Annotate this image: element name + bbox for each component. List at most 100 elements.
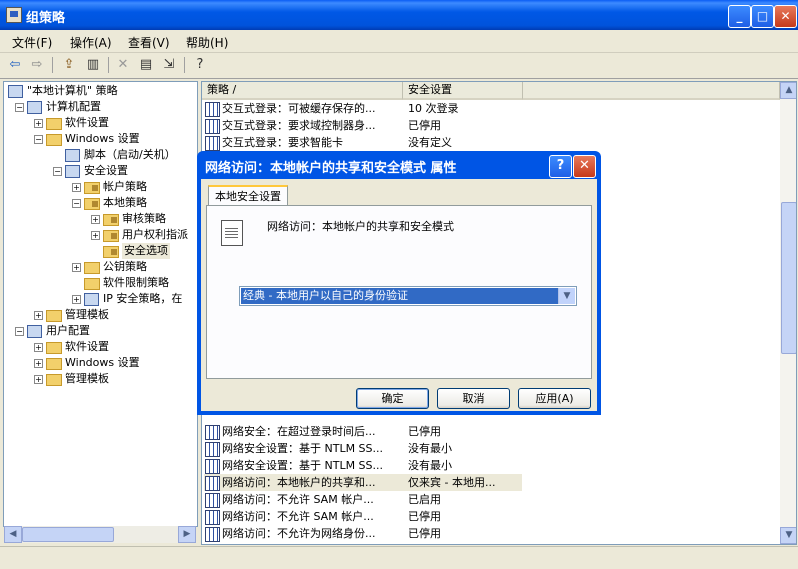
scroll-down-icon[interactable]: ▼ — [780, 527, 796, 544]
expand-icon[interactable]: + — [72, 295, 81, 304]
user-icon — [27, 325, 42, 338]
tree-node[interactable]: − 用户配置 — [4, 323, 197, 339]
chevron-down-icon[interactable]: ▼ — [558, 288, 575, 304]
tree-node[interactable]: + IP 安全策略，在 — [4, 291, 197, 307]
menu-bar: 文件(F) 操作(A) 查看(V) 帮助(H) — [0, 30, 798, 53]
tree-node[interactable]: 软件限制策略 — [4, 275, 197, 291]
expand-icon[interactable]: + — [34, 359, 43, 368]
scroll-thumb[interactable] — [22, 527, 114, 542]
menu-view[interactable]: 查看(V) — [128, 34, 170, 51]
collapse-icon[interactable]: − — [15, 103, 24, 112]
expand-icon[interactable]: + — [91, 215, 100, 224]
tree-node[interactable]: + 审核策略 — [4, 211, 197, 227]
tree-node[interactable]: − 计算机配置 — [4, 99, 197, 115]
menu-file[interactable]: 文件(F) — [12, 34, 52, 51]
tree-node[interactable]: + 软件设置 — [4, 339, 197, 355]
list-vertical-scrollbar[interactable]: ▲ ▼ — [780, 82, 796, 544]
folder-icon — [46, 310, 62, 322]
security-setting-value: 已停用 — [408, 527, 441, 540]
collapse-icon[interactable]: − — [53, 167, 62, 176]
tree-node[interactable]: − 本地策略 — [4, 195, 197, 211]
tree-horizontal-scrollbar[interactable]: ◀ ▶ — [4, 526, 196, 543]
computer-icon — [27, 101, 42, 114]
folder-lock-icon — [84, 182, 100, 194]
policy-icon — [205, 102, 220, 117]
tree-node[interactable]: − 安全设置 — [4, 163, 197, 179]
dialog-close-icon[interactable]: ✕ — [573, 155, 596, 178]
properties-dialog: 网络访问：本地帐户的共享和安全模式 属性 ? ✕ 本地安全设置 网络访问：本地帐… — [197, 151, 601, 415]
list-item[interactable]: 网络访问：不允许 SAM 帐户... 已停用 — [204, 508, 522, 525]
cancel-button[interactable]: 取消 — [437, 388, 510, 409]
security-setting-value: 已停用 — [408, 119, 441, 132]
security-setting-value: 仅来宾 - 本地用... — [408, 476, 496, 489]
tree-node[interactable]: − Windows 设置 — [4, 131, 197, 147]
tree-node[interactable]: + Windows 设置 — [4, 355, 197, 371]
dialog-help-icon[interactable]: ? — [549, 155, 572, 178]
collapse-icon[interactable]: − — [34, 135, 43, 144]
expand-icon[interactable]: + — [72, 263, 81, 272]
scroll-thumb[interactable] — [781, 202, 796, 354]
back-icon[interactable]: ⇦ — [6, 56, 24, 74]
tree-node[interactable]: + 公钥策略 — [4, 259, 197, 275]
folder-icon — [46, 118, 62, 130]
list-item[interactable]: 交互式登录：可被缓存保存的... 10 次登录 — [204, 100, 522, 117]
export-list-icon[interactable]: ⇲ — [160, 56, 178, 74]
list-item[interactable]: 网络访问：不允许为网络身份... 已停用 — [204, 525, 522, 542]
tree-node[interactable]: + 软件设置 — [4, 115, 197, 131]
maximize-button[interactable]: □ — [751, 5, 774, 28]
computer-policy-icon — [8, 85, 23, 98]
up-folder-icon[interactable]: ⇪ — [60, 56, 78, 74]
close-button[interactable]: ✕ — [774, 5, 797, 28]
apply-button[interactable]: 应用(A) — [518, 388, 591, 409]
tree-node[interactable]: 安全选项 — [4, 243, 197, 259]
tree-node[interactable]: + 帐户策略 — [4, 179, 197, 195]
minimize-button[interactable]: _ — [728, 5, 751, 28]
menu-action[interactable]: 操作(A) — [70, 34, 112, 51]
tree-node[interactable]: + 用户权利指派 — [4, 227, 197, 243]
policy-name: 网络访问：本地帐户的共享和... — [222, 476, 376, 489]
expand-icon[interactable]: + — [34, 119, 43, 128]
scroll-up-icon[interactable]: ▲ — [780, 82, 796, 99]
delete-icon[interactable]: ✕ — [114, 56, 132, 74]
tree-node[interactable]: 脚本（启动/关机） — [4, 147, 197, 163]
list-item[interactable]: 网络访问：本地帐户的共享和... 仅来宾 - 本地用... — [204, 474, 522, 491]
tree-node-label: 安全选项 — [122, 243, 170, 259]
security-setting-value: 已停用 — [408, 510, 441, 523]
ok-button[interactable]: 确定 — [356, 388, 429, 409]
list-item[interactable]: 交互式登录：要求智能卡 没有定义 — [204, 134, 522, 151]
scroll-left-icon[interactable]: ◀ — [4, 526, 22, 543]
column-header-setting[interactable]: 安全设置 — [403, 82, 523, 100]
list-item[interactable]: 网络安全设置：基于 NTLM SS... 没有最小 — [204, 457, 522, 474]
show-hide-tree-icon[interactable]: ▥ — [84, 56, 102, 74]
menu-help[interactable]: 帮助(H) — [186, 34, 228, 51]
tree-node-label: "本地计算机" 策略 — [27, 84, 118, 97]
forward-icon[interactable]: ⇨ — [28, 56, 46, 74]
expand-icon[interactable]: + — [34, 343, 43, 352]
scroll-right-icon[interactable]: ▶ — [178, 526, 196, 543]
security-setting-value: 没有最小 — [408, 459, 452, 472]
tree-node[interactable]: + 管理模板 — [4, 371, 197, 387]
tree-node[interactable]: "本地计算机" 策略 — [4, 83, 197, 99]
list-item[interactable]: 交互式登录：要求域控制器身... 已停用 — [204, 117, 522, 134]
expand-icon[interactable]: + — [72, 183, 81, 192]
policy-name: 网络安全设置：基于 NTLM SS... — [222, 459, 384, 472]
properties-icon[interactable]: ▤ — [137, 56, 155, 74]
security-setting-value: 没有最小 — [408, 442, 452, 455]
security-mode-select[interactable]: 经典 - 本地用户以自己的身份验证 ▼ — [239, 286, 577, 306]
tree-node-label: 管理模板 — [65, 372, 109, 385]
column-header-policy[interactable]: 策略 / — [202, 82, 403, 100]
expand-icon[interactable]: + — [34, 311, 43, 320]
list-item[interactable]: 网络安全设置：基于 NTLM SS... 没有最小 — [204, 440, 522, 457]
tab-local-security-setting[interactable]: 本地安全设置 — [208, 185, 288, 207]
collapse-icon[interactable]: − — [15, 327, 24, 336]
expand-icon[interactable]: + — [34, 375, 43, 384]
tree-node[interactable]: + 管理模板 — [4, 307, 197, 323]
expand-icon[interactable]: + — [91, 231, 100, 240]
help-icon[interactable]: ? — [191, 56, 209, 74]
list-item[interactable]: 网络访问：不允许 SAM 帐户... 已启用 — [204, 491, 522, 508]
collapse-icon[interactable]: − — [72, 199, 81, 208]
console-tree[interactable]: "本地计算机" 策略 − 计算机配置 + 软件设置 − Windows 设置 脚本（启动/关机… — [3, 81, 198, 527]
toolbar-separator — [108, 57, 109, 73]
list-item[interactable]: 网络安全：在超过登录时间后... 已停用 — [204, 423, 522, 440]
policy-name: 网络访问：不允许为网络身份... — [222, 527, 376, 540]
